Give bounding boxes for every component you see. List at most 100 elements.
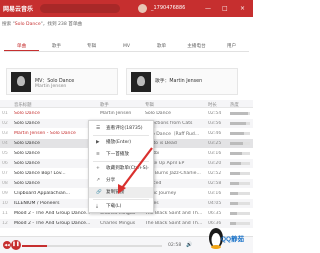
crumb-suffix: "，找到 238 首单曲 <box>40 22 83 27</box>
song-title: Solo Dance <box>14 111 40 116</box>
artist-card[interactable]: 歌手：Martin Jensen <box>126 68 238 95</box>
popularity-bar <box>230 212 250 215</box>
mv-card-artist: Martin Jensen <box>35 84 67 89</box>
add-icon: + <box>96 166 100 171</box>
tab-playlists[interactable]: 歌单 <box>144 42 179 51</box>
song-title: Martin Jensen - Solo Dance <box>14 131 76 136</box>
tab-users[interactable]: 用户 <box>214 42 249 51</box>
popularity-bar <box>230 152 250 155</box>
mv-cover-image <box>11 72 31 92</box>
popularity-fill <box>230 122 246 125</box>
popularity-bar <box>230 122 250 125</box>
popularity-bar <box>230 112 250 115</box>
title-bar: 网易云音乐 _1790476886 — □ × <box>0 0 253 17</box>
menu-item-label: 收藏到歌单(Ctrl+S) <box>106 166 148 171</box>
song-album: The Black Saint and Th... <box>145 221 203 226</box>
track-number: 09 <box>2 191 8 196</box>
close-icon[interactable]: × <box>240 4 245 13</box>
popularity-bar <box>230 142 250 145</box>
menu-item-play-next[interactable]: ≡ 下一首播放 <box>89 149 153 160</box>
popularity-bar <box>230 182 250 185</box>
share-icon: ↗ <box>96 178 100 183</box>
search-query: Solo Dance <box>14 22 41 27</box>
menu-item-label: 查看评论(18735) <box>106 126 143 131</box>
tab-mv[interactable]: MV <box>109 42 144 51</box>
song-title: ILLENIUM / Pioneers <box>14 201 60 206</box>
previous-icon[interactable]: ◀◀ <box>3 241 11 249</box>
link-icon: 🔗 <box>96 190 102 195</box>
track-number: 08 <box>2 181 8 186</box>
track-number: 07 <box>2 171 8 176</box>
maximize-icon[interactable]: □ <box>222 4 228 13</box>
volume-icon[interactable]: 🔊 <box>186 242 192 248</box>
watermark-text: QQ静茹 <box>221 236 245 243</box>
menu-item-copy-link[interactable]: 🔗 复制链接 <box>89 187 153 198</box>
search-input[interactable] <box>40 4 120 13</box>
artist-card-title: 歌手：Martin Jensen <box>155 79 203 84</box>
song-album: Sonic Journey <box>145 191 177 196</box>
song-duration: 03:20 <box>208 161 222 166</box>
popularity-fill <box>230 162 241 165</box>
popularity-fill <box>230 212 237 215</box>
table-header: 音乐标题 歌手 专辑 时长 热度 <box>0 100 253 108</box>
search-result-summary: 搜索 "Solo Dance"，找到 238 首单曲 <box>2 21 82 27</box>
song-album: Ken Burns Jazz-Charlie... <box>145 171 201 176</box>
popularity-bar <box>230 132 250 135</box>
song-title: Solo Dance <box>14 141 40 146</box>
song-album: Photo is Dead <box>145 141 177 146</box>
track-number: 12 <box>2 221 8 226</box>
username[interactable]: _1790476886 <box>151 5 185 11</box>
track-number: 05 <box>2 151 8 156</box>
minimize-icon[interactable]: — <box>205 4 211 13</box>
song-album: Solo Dance <box>145 111 171 116</box>
avatar[interactable] <box>138 4 147 13</box>
menu-item-label: 下一首播放 <box>106 152 129 157</box>
popularity-bar <box>230 162 250 165</box>
song-duration: 02:54 <box>208 111 222 116</box>
tab-albums[interactable]: 专辑 <box>74 42 109 51</box>
pause-icon[interactable]: ❚❚ <box>11 240 21 250</box>
song-title: Solo Dance Bop! Lov... <box>14 171 66 176</box>
song-album: Wake Up April EP <box>145 161 185 166</box>
progress-fill <box>22 245 48 247</box>
col-hot[interactable]: 热度 <box>230 102 239 108</box>
result-tabs: 单曲 歌手 专辑 MV 歌单 主播电台 用户 <box>4 42 249 52</box>
song-title: Solo Dance <box>14 181 40 186</box>
menu-item-add-to-playlist[interactable]: + 收藏到歌单(Ctrl+S) › <box>89 163 153 174</box>
tab-artists[interactable]: 歌手 <box>39 42 74 51</box>
song-duration: 02:58 <box>208 181 222 186</box>
col-title[interactable]: 音乐标题 <box>14 102 32 108</box>
song-title: Solo Dance <box>14 161 40 166</box>
menu-item-label: 下载(L) <box>106 204 122 209</box>
song-title: Solo Dance <box>14 151 40 156</box>
tab-songs[interactable]: 单曲 <box>4 42 39 51</box>
track-number: 02 <box>2 121 8 126</box>
table-row[interactable]: 01 Solo Dance Martin Jensen Solo Dance 02:54 <box>0 109 253 118</box>
menu-item-play[interactable]: ▶ 播放(Enter) <box>89 137 153 148</box>
song-album: Fenced <box>145 181 209 186</box>
app-logo: 网易云音乐 <box>3 6 34 13</box>
col-album[interactable]: 专辑 <box>145 102 154 108</box>
col-duration[interactable]: 时长 <box>208 102 217 108</box>
song-album: Solo Dance（Raff Rud... <box>145 132 200 137</box>
menu-item-comments[interactable]: ☰ 查看评论(18735) <box>89 123 153 134</box>
popularity-bar <box>230 202 250 205</box>
popularity-fill <box>230 112 248 115</box>
song-duration: 03:25 <box>208 141 222 146</box>
song-title: Solo Dance <box>14 121 40 126</box>
song-title: Mood 2 - The And Group Dance... <box>14 211 91 216</box>
progress-bar[interactable] <box>22 245 162 247</box>
col-artist[interactable]: 歌手 <box>100 102 109 108</box>
popularity-fill <box>230 192 238 195</box>
song-artist: Martin Jensen <box>100 111 132 116</box>
popularity-fill <box>230 152 242 155</box>
menu-item-share[interactable]: ↗ 分享 <box>89 175 153 186</box>
artist-photo <box>131 72 151 92</box>
track-number: 01 <box>2 111 8 116</box>
menu-item-download[interactable]: ⤓ 下载(L) <box>89 201 153 212</box>
watermark-logo: QQ静茹 <box>208 216 253 253</box>
tab-radio[interactable]: 主播电台 <box>179 42 214 51</box>
song-duration: 03:16 <box>208 151 222 156</box>
popularity-bar <box>230 192 250 195</box>
mv-card[interactable]: MV：Solo Dance Martin Jensen <box>6 68 118 95</box>
